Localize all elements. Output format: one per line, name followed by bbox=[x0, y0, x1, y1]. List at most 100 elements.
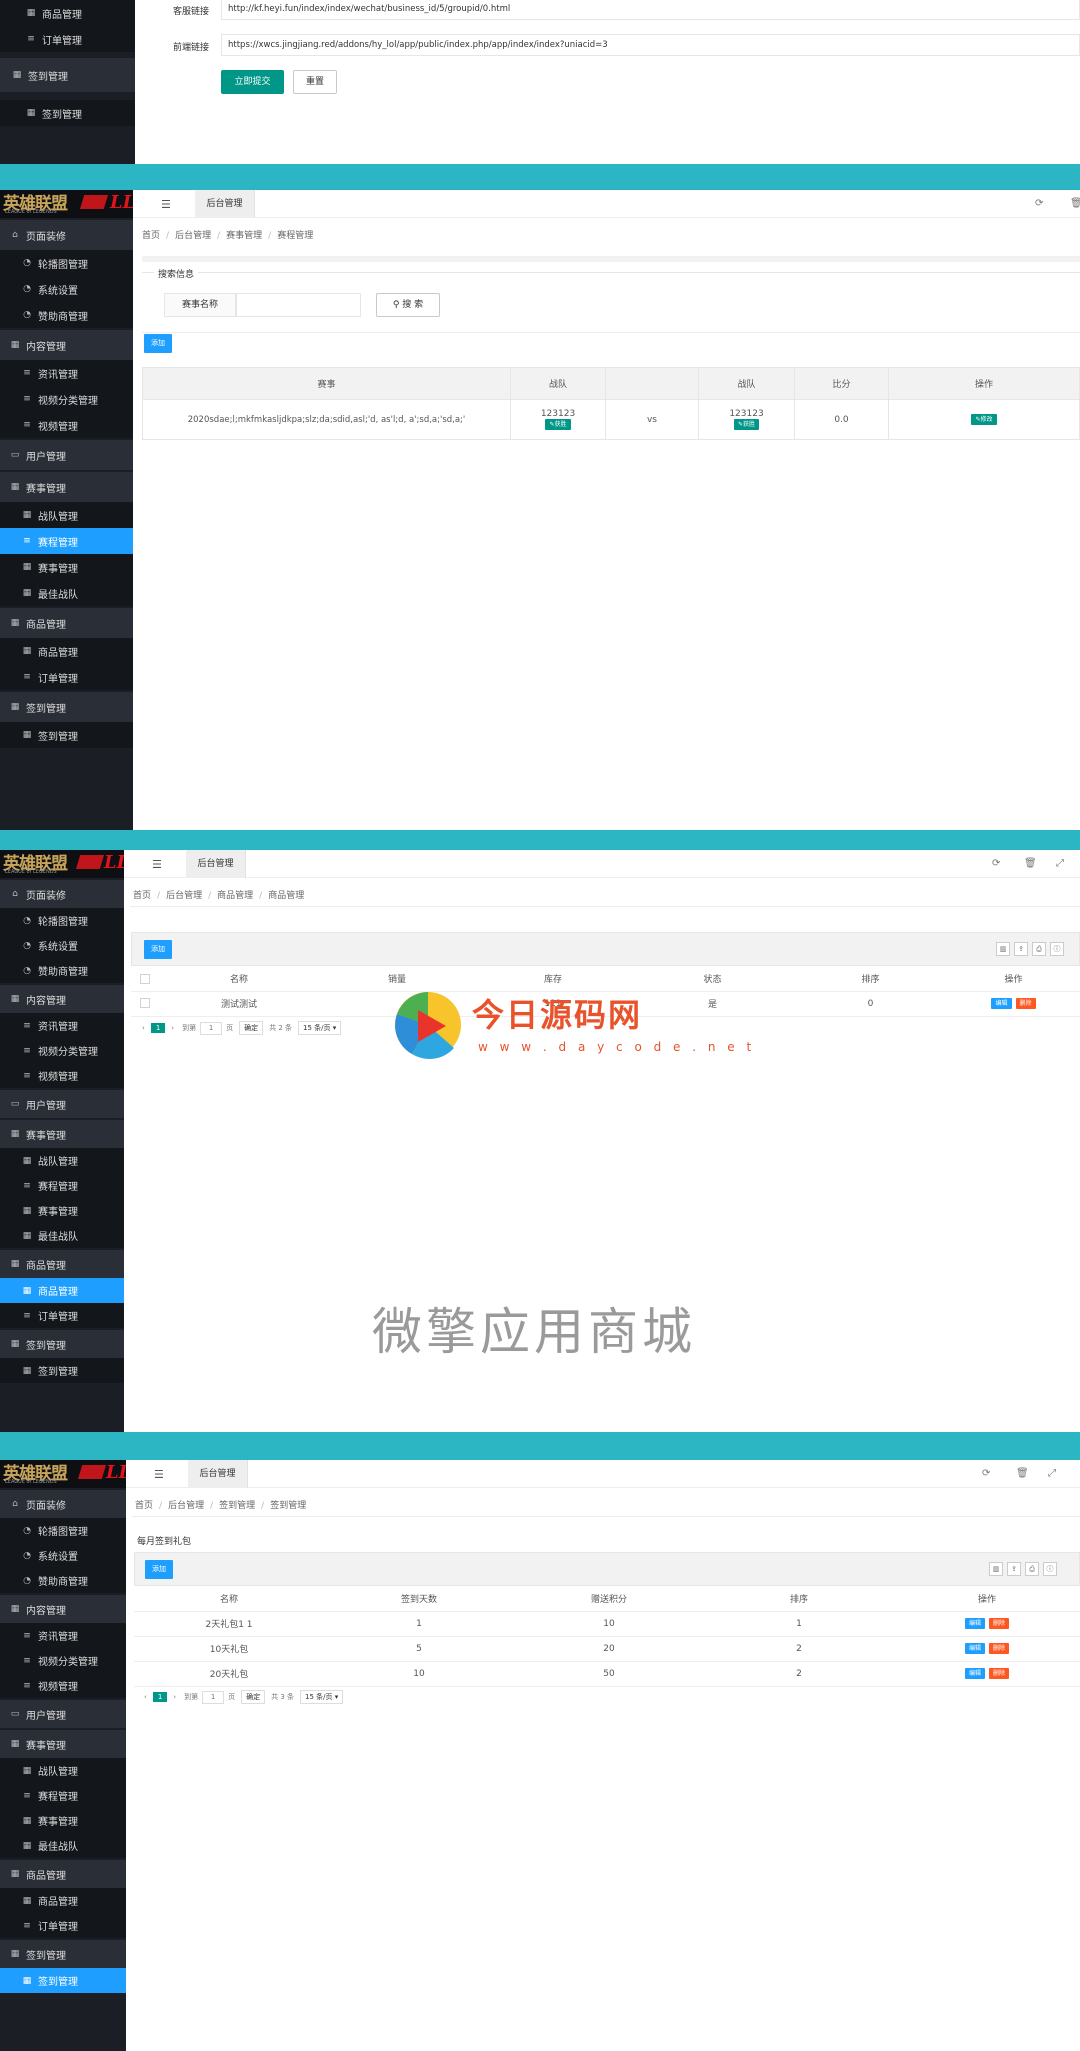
refresh-icon[interactable]: ⟳ bbox=[992, 858, 1000, 869]
sidebar-item-goods[interactable]: ▦ 商品管理 bbox=[0, 0, 135, 26]
edit-button[interactable]: 编辑 bbox=[964, 1668, 985, 1679]
sidebar-item[interactable]: ▦ 签到管理 bbox=[0, 722, 133, 748]
service-link-input[interactable]: http://kf.heyi.fun/index/index/wechat/bu… bbox=[221, 0, 1080, 20]
sidebar-group[interactable]: ▭ 用户管理 bbox=[0, 440, 133, 470]
info-icon[interactable]: ⓘ bbox=[1050, 942, 1064, 956]
goto-ok-button[interactable]: 确定 bbox=[241, 1690, 266, 1704]
prev-page-icon[interactable]: ‹ bbox=[144, 1693, 147, 1701]
sidebar-item[interactable]: ▦ 最佳战队 bbox=[0, 1223, 124, 1248]
sidebar-group[interactable]: ▦ 赛事管理 bbox=[0, 1730, 126, 1758]
delete-button[interactable]: 删除 bbox=[989, 1618, 1010, 1629]
sidebar-group[interactable]: ▦ 商品管理 bbox=[0, 1250, 124, 1278]
sidebar-item[interactable]: ▦ 赛事管理 bbox=[0, 1808, 126, 1833]
sidebar-item[interactable]: ▦ 赛事管理 bbox=[0, 554, 133, 580]
prev-page-icon[interactable]: ‹ bbox=[142, 1024, 145, 1032]
add-button[interactable]: 添加 bbox=[144, 940, 172, 959]
sidebar-item[interactable]: ≡ 订单管理 bbox=[0, 1303, 124, 1328]
sidebar-group[interactable]: ▦ 内容管理 bbox=[0, 1595, 126, 1623]
sidebar-group[interactable]: ▦ 商品管理 bbox=[0, 608, 133, 638]
sidebar-item-signin[interactable]: ▦ 签到管理 bbox=[0, 100, 135, 126]
sidebar-item[interactable]: ≡ 赛程管理 bbox=[0, 528, 133, 554]
tab-admin[interactable]: 后台管理 bbox=[186, 850, 246, 878]
menu-fold-icon[interactable]: ☰ bbox=[152, 858, 162, 871]
tab-admin[interactable]: 后台管理 bbox=[195, 190, 255, 218]
sidebar-item[interactable]: ▦ 最佳战队 bbox=[0, 1833, 126, 1858]
goto-page-input[interactable]: 1 bbox=[202, 1690, 225, 1704]
sidebar-item[interactable]: ≡ 视频分类管理 bbox=[0, 1648, 126, 1673]
sidebar-group-signin[interactable]: ▦ 签到管理 bbox=[0, 58, 135, 92]
select-all-checkbox[interactable] bbox=[140, 973, 150, 984]
sidebar-group[interactable]: ▭ 用户管理 bbox=[0, 1700, 126, 1728]
event-name-input[interactable] bbox=[236, 293, 361, 317]
sidebar-item[interactable]: ≡ 视频分类管理 bbox=[0, 1038, 124, 1063]
edit-button[interactable]: ✎修改 bbox=[971, 414, 997, 425]
edit-button[interactable]: 编辑 bbox=[964, 1643, 985, 1654]
delete-button[interactable]: 删除 bbox=[1015, 998, 1036, 1009]
submit-button[interactable]: 立即提交 bbox=[221, 70, 284, 94]
sidebar-item[interactable]: ▦ 战队管理 bbox=[0, 502, 133, 528]
sidebar-item-orders[interactable]: ≡ 订单管理 bbox=[0, 26, 135, 52]
sidebar-item[interactable]: ≡ 赛程管理 bbox=[0, 1783, 126, 1808]
sidebar-item[interactable]: ◔ 系统设置 bbox=[0, 933, 124, 958]
sidebar-group[interactable]: ▭ 用户管理 bbox=[0, 1090, 124, 1118]
sidebar-item[interactable]: ≡ 资讯管理 bbox=[0, 1623, 126, 1648]
sidebar-group[interactable]: ▦ 签到管理 bbox=[0, 692, 133, 722]
sidebar-item[interactable]: ▦ 战队管理 bbox=[0, 1758, 126, 1783]
sidebar-item[interactable]: ◔ 轮播图管理 bbox=[0, 250, 133, 276]
add-button[interactable]: 添加 bbox=[144, 334, 172, 353]
sidebar-item[interactable]: ≡ 赛程管理 bbox=[0, 1173, 124, 1198]
frontend-link-input[interactable]: https://xwcs.jingjiang.red/addons/hy_lol… bbox=[221, 34, 1080, 56]
win-button[interactable]: ✎获胜 bbox=[733, 419, 760, 430]
sidebar-item[interactable]: ◔ 系统设置 bbox=[0, 1543, 126, 1568]
sidebar-item[interactable]: ◔ 赞助商管理 bbox=[0, 302, 133, 328]
sidebar-item[interactable]: ≡ 视频管理 bbox=[0, 1063, 124, 1088]
sidebar-group[interactable]: ▦ 签到管理 bbox=[0, 1940, 126, 1968]
edit-button[interactable]: 编辑 bbox=[964, 1618, 985, 1629]
win-button[interactable]: ✎获胜 bbox=[545, 419, 571, 430]
sidebar-item[interactable]: ≡ 订单管理 bbox=[0, 1913, 126, 1938]
per-page-select[interactable]: 15 条/页 ▾ bbox=[300, 1690, 344, 1704]
next-page-icon[interactable]: › bbox=[171, 1024, 174, 1032]
columns-icon[interactable]: ▥ bbox=[996, 942, 1010, 956]
fullscreen-icon[interactable]: ⤢ bbox=[1056, 858, 1064, 869]
add-button[interactable]: 添加 bbox=[145, 1560, 173, 1579]
tab-admin[interactable]: 后台管理 bbox=[188, 1460, 248, 1488]
sidebar-group[interactable]: ▦ 商品管理 bbox=[0, 1860, 126, 1888]
sidebar-item[interactable]: ▦ 赛事管理 bbox=[0, 1198, 124, 1223]
sidebar-item[interactable]: ▦ 签到管理 bbox=[0, 1358, 124, 1383]
delete-button[interactable]: 删除 bbox=[989, 1643, 1010, 1654]
sidebar-item[interactable]: ▦ 最佳战队 bbox=[0, 580, 133, 606]
print-icon[interactable]: ⎙ bbox=[1032, 942, 1046, 956]
columns-icon[interactable]: ▥ bbox=[989, 1562, 1003, 1576]
sidebar-group[interactable]: ▦ 签到管理 bbox=[0, 1330, 124, 1358]
goto-page-input[interactable]: 1 bbox=[200, 1021, 223, 1035]
sidebar-item[interactable]: ≡ 订单管理 bbox=[0, 664, 133, 690]
export-icon[interactable]: ⇪ bbox=[1007, 1562, 1021, 1576]
print-icon[interactable]: ⎙ bbox=[1025, 1562, 1039, 1576]
sidebar-item[interactable]: ◔ 系统设置 bbox=[0, 276, 133, 302]
menu-fold-icon[interactable]: ☰ bbox=[154, 1468, 164, 1481]
sidebar-item[interactable]: ▦ 商品管理 bbox=[0, 1888, 126, 1913]
sidebar-group[interactable]: ▦ 赛事管理 bbox=[0, 472, 133, 502]
trash-icon[interactable]: 🗑 bbox=[1070, 198, 1080, 209]
sidebar-item[interactable]: ▦ 签到管理 bbox=[0, 1968, 126, 1993]
search-button[interactable]: ⚲ 搜 索 bbox=[376, 293, 440, 317]
sidebar-group[interactable]: ▦ 内容管理 bbox=[0, 330, 133, 360]
sidebar-group[interactable]: ▦ 内容管理 bbox=[0, 985, 124, 1013]
sidebar-group[interactable]: ⌂ 页面装修 bbox=[0, 1490, 126, 1518]
sidebar-group[interactable]: ⌂ 页面装修 bbox=[0, 880, 124, 908]
menu-fold-icon[interactable]: ☰ bbox=[161, 198, 171, 211]
goto-ok-button[interactable]: 确定 bbox=[239, 1021, 264, 1035]
sidebar-item[interactable]: ◔ 轮播图管理 bbox=[0, 908, 124, 933]
sidebar-item[interactable]: ▦ 商品管理 bbox=[0, 1278, 124, 1303]
reset-button[interactable]: 重置 bbox=[293, 70, 337, 94]
sidebar-item[interactable]: ▦ 商品管理 bbox=[0, 638, 133, 664]
trash-icon[interactable]: 🗑 bbox=[1016, 1468, 1029, 1479]
sidebar-item[interactable]: ≡ 视频分类管理 bbox=[0, 386, 133, 412]
fullscreen-icon[interactable]: ⤢ bbox=[1048, 1468, 1056, 1479]
sidebar-item[interactable]: ≡ 资讯管理 bbox=[0, 360, 133, 386]
refresh-icon[interactable]: ⟳ bbox=[982, 1468, 990, 1479]
sidebar-group[interactable]: ▦ 赛事管理 bbox=[0, 1120, 124, 1148]
next-page-icon[interactable]: › bbox=[173, 1693, 176, 1701]
trash-icon[interactable]: 🗑 bbox=[1024, 858, 1037, 869]
